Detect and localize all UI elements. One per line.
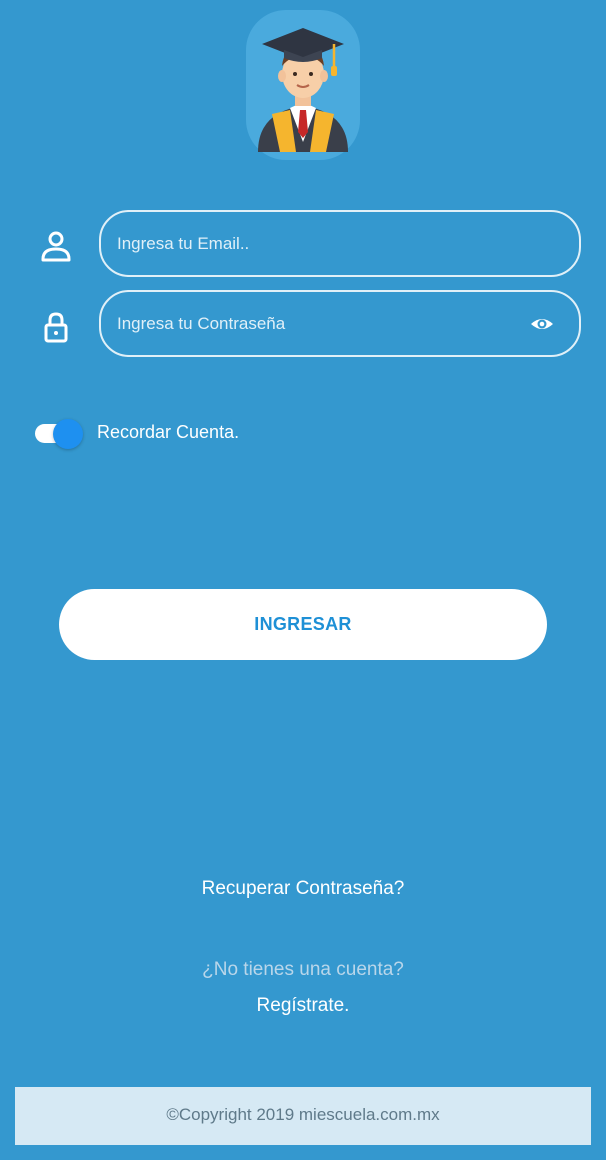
password-field-box[interactable] — [99, 290, 581, 357]
login-button[interactable]: INGRESAR — [59, 589, 547, 660]
remember-label: Recordar Cuenta. — [97, 422, 240, 442]
eye-icon[interactable] — [530, 312, 554, 336]
footer: ©Copyright 2019 miescuela.com.mx — [15, 1087, 591, 1145]
password-row — [0, 290, 606, 360]
remember-toggle[interactable] — [35, 419, 83, 449]
password-input[interactable] — [117, 292, 517, 355]
no-account-text: ¿No tienes una cuenta? — [202, 959, 404, 980]
toggle-thumb — [53, 419, 83, 449]
register-link[interactable]: Regístrate. — [0, 995, 606, 1017]
copyright-text: ©Copyright 2019 miescuela.com.mx — [166, 1105, 440, 1124]
graduate-avatar-icon — [246, 10, 360, 160]
email-input[interactable] — [117, 212, 517, 275]
email-row — [0, 210, 606, 280]
email-field-box[interactable] — [99, 210, 581, 277]
remember-account-row: Recordar Cuenta. — [35, 416, 335, 450]
lock-icon — [38, 309, 74, 345]
recover-password-link[interactable]: Recuperar Contraseña? — [0, 878, 606, 900]
user-icon — [38, 229, 74, 265]
